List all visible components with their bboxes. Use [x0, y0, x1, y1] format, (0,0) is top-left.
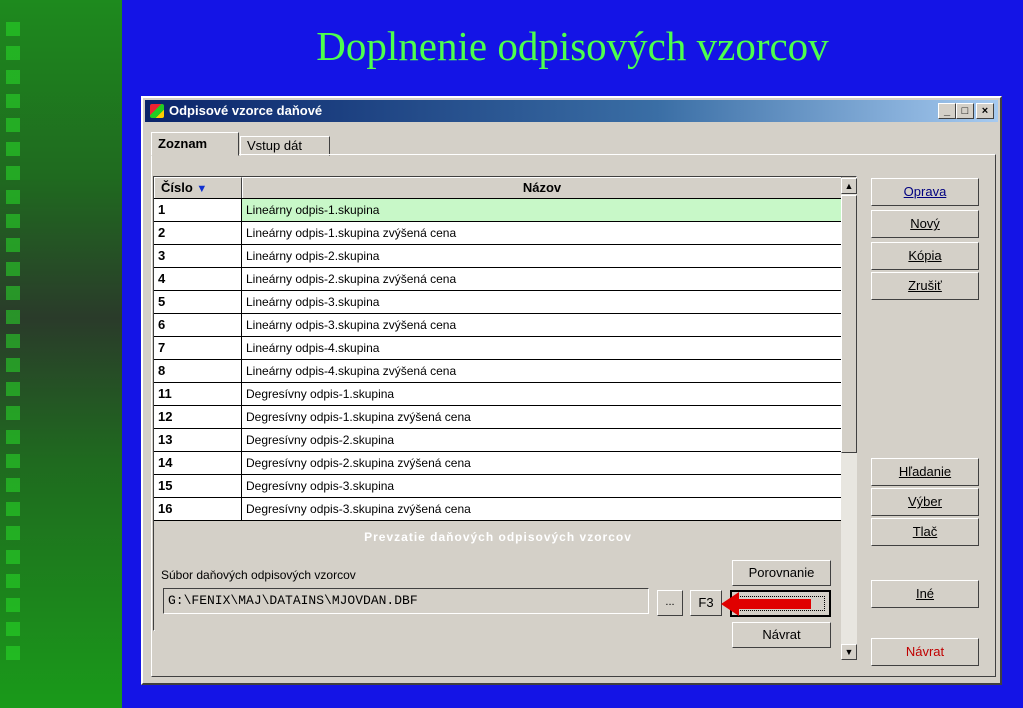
cell-cislo: 6	[154, 314, 242, 337]
vyber-label: Výber	[908, 494, 942, 509]
tlac-button[interactable]: Tlač	[871, 518, 979, 546]
cell-nazov: Degresívny odpis-2.skupina	[242, 429, 842, 452]
scroll-thumb[interactable]	[841, 195, 857, 453]
table-row[interactable]: 12 Degresívny odpis-1.skupina zvýšená cen…	[154, 406, 842, 429]
ine-button[interactable]: Iné	[871, 580, 979, 608]
minimize-button[interactable]: _	[938, 103, 956, 119]
red-arrow-icon	[721, 592, 811, 616]
close-button[interactable]: ×	[976, 103, 994, 119]
cell-cislo: 12	[154, 406, 242, 429]
zrusit-button[interactable]: Zrušiť	[871, 272, 979, 300]
cell-cislo: 14	[154, 452, 242, 475]
novy-label: Nový	[910, 216, 940, 231]
table-row[interactable]: 8 Lineárny odpis-4.skupina zvýšená cena	[154, 360, 842, 383]
cell-nazov: Lineárny odpis-4.skupina	[242, 337, 842, 360]
kopia-button[interactable]: Kópia	[871, 242, 979, 270]
cell-cislo: 5	[154, 291, 242, 314]
grid-header: Číslo ▼ Názov	[154, 177, 842, 199]
table-row[interactable]: 11 Degresívny odpis-1.skupina	[154, 383, 842, 406]
window-titlebar[interactable]: Odpisové vzorce daňové _ □ ×	[145, 100, 998, 122]
cell-cislo: 11	[154, 383, 242, 406]
cell-cislo: 13	[154, 429, 242, 452]
scroll-down-icon[interactable]: ▼	[841, 644, 857, 660]
cell-nazov: Lineárny odpis-4.skupina zvýšená cena	[242, 360, 842, 383]
sort-desc-icon: ▼	[196, 183, 208, 195]
cell-cislo: 16	[154, 498, 242, 521]
file-label: Súbor daňových odpisových vzorcov	[161, 568, 356, 582]
oprava-button[interactable]: Oprava	[871, 178, 979, 206]
file-path-field[interactable]: G:\FENIX\MAJ\DATAINS\MJOVDAN.DBF	[163, 588, 649, 614]
import-back-button[interactable]: Návrat	[732, 622, 831, 648]
compare-button[interactable]: Porovnanie	[732, 560, 831, 586]
cell-nazov: Lineárny odpis-2.skupina zvýšená cena	[242, 268, 842, 291]
oprava-label: Oprava	[903, 184, 947, 199]
zrusit-label: Zrušiť	[908, 278, 942, 293]
import-panel-title: Prevzatie daňových odpisových vzorcov	[364, 530, 632, 544]
decorative-squares	[6, 22, 24, 670]
cell-cislo: 15	[154, 475, 242, 498]
cell-cislo: 2	[154, 222, 242, 245]
cell-nazov: Lineárny odpis-3.skupina zvýšená cena	[242, 314, 842, 337]
left-decorative-bar	[0, 0, 122, 708]
cell-cislo: 8	[154, 360, 242, 383]
cell-cislo: 7	[154, 337, 242, 360]
window-title: Odpisové vzorce daňové	[169, 103, 323, 118]
table-row[interactable]: 7 Lineárny odpis-4.skupina	[154, 337, 842, 360]
table-row[interactable]: 15 Degresívny odpis-3.skupina	[154, 475, 842, 498]
cell-cislo: 3	[154, 245, 242, 268]
tab-vstup-dat[interactable]: Vstup dát	[240, 136, 330, 156]
cell-nazov: Degresívny odpis-3.skupina	[242, 475, 842, 498]
novy-button[interactable]: Nový	[871, 210, 979, 238]
navrat-button[interactable]: Návrat	[871, 638, 979, 666]
cell-nazov: Degresívny odpis-2.skupina zvýšená cena	[242, 452, 842, 475]
hladanie-button[interactable]: Hľadanie	[871, 458, 979, 486]
slide-title: Doplnenie odpisových vzorcov	[316, 23, 829, 69]
table-row[interactable]: 16 Degresívny odpis-3.skupina zvýšená cen…	[154, 498, 842, 521]
ine-label: Iné	[915, 586, 935, 601]
vyber-button[interactable]: Výber	[871, 488, 979, 516]
cell-nazov: Lineárny odpis-3.skupina	[242, 291, 842, 314]
vertical-scrollbar[interactable]: ▲ ▼	[841, 178, 857, 660]
column-header-label: Číslo	[161, 180, 193, 195]
column-header-cislo[interactable]: Číslo ▼	[154, 177, 242, 199]
table-row[interactable]: 5 Lineárny odpis-3.skupina	[154, 291, 842, 314]
app-icon	[150, 104, 164, 118]
table-row[interactable]: 1 Lineárny odpis-1.skupina	[154, 198, 843, 223]
table-row[interactable]: 4 Lineárny odpis-2.skupina zvýšená cena	[154, 268, 842, 291]
cell-nazov: Degresívny odpis-1.skupina zvýšená cena	[242, 406, 842, 429]
table-row[interactable]: 14 Degresívny odpis-2.skupina zvýšená cen…	[154, 452, 842, 475]
cell-nazov: Degresívny odpis-3.skupina zvýšená cena	[242, 498, 842, 521]
f3-button[interactable]: F3	[690, 590, 722, 616]
table-row[interactable]: 13 Degresívny odpis-2.skupina	[154, 429, 842, 452]
cell-nazov: Lineárny odpis-1.skupina	[242, 199, 842, 222]
cell-nazov: Lineárny odpis-1.skupina zvýšená cena	[242, 222, 842, 245]
import-panel: Prevzatie daňových odpisových vzorcov Sú…	[155, 530, 841, 663]
table-row[interactable]: 2 Lineárny odpis-1.skupina zvýšená cena	[154, 222, 842, 245]
cell-cislo: 1	[154, 199, 242, 222]
kopia-label: Kópia	[908, 248, 942, 263]
table-row[interactable]: 6 Lineárny odpis-3.skupina zvýšená cena	[154, 314, 842, 337]
cell-nazov: Lineárny odpis-2.skupina	[242, 245, 842, 268]
table-row[interactable]: 3 Lineárny odpis-2.skupina	[154, 245, 842, 268]
hladanie-label: Hľadanie	[898, 464, 952, 479]
dialog-window: Odpisové vzorce daňové _ □ × Zoznam Vstu…	[141, 96, 1002, 685]
cell-cislo: 4	[154, 268, 242, 291]
tlac-label: Tlač	[912, 524, 938, 539]
cell-nazov: Degresívny odpis-1.skupina	[242, 383, 842, 406]
browse-button[interactable]: ...	[657, 590, 683, 616]
tab-zoznam[interactable]: Zoznam	[151, 132, 239, 156]
maximize-button[interactable]: □	[956, 103, 974, 119]
scroll-up-icon[interactable]: ▲	[841, 178, 857, 194]
column-header-nazov[interactable]: Názov	[242, 177, 842, 199]
